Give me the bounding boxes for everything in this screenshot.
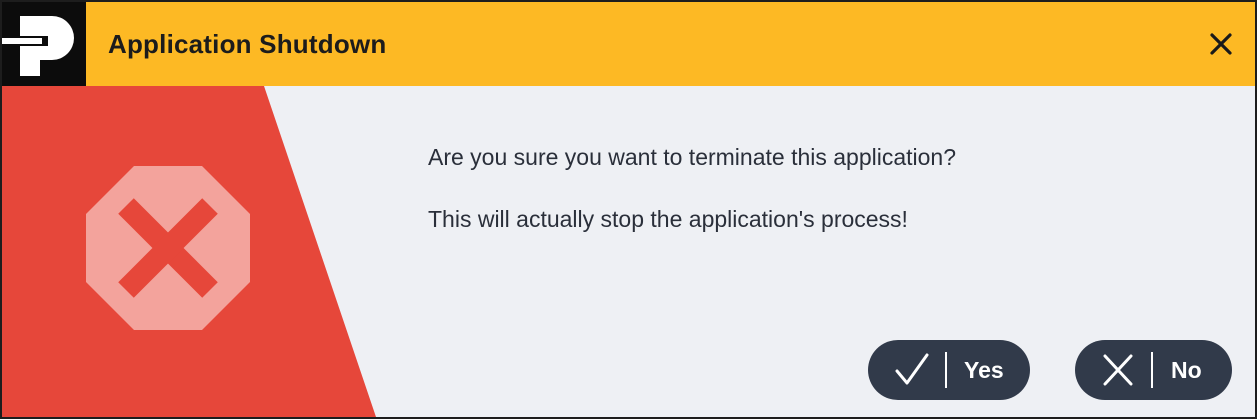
checkmark-icon: [895, 353, 929, 385]
button-divider: [945, 352, 947, 388]
title-bar: Application Shutdown: [2, 2, 1255, 86]
dialog-content: Are you sure you want to terminate this …: [2, 86, 1255, 417]
window-title: Application Shutdown: [108, 29, 387, 59]
yes-button-label: Yes: [964, 357, 1004, 383]
button-divider: [1151, 352, 1153, 388]
yes-button[interactable]: Yes: [868, 340, 1030, 400]
close-button[interactable]: [1201, 24, 1241, 64]
x-mark-icon: [1103, 354, 1133, 386]
no-button[interactable]: No: [1075, 340, 1232, 400]
confirm-warning: This will actually stop the application'…: [428, 206, 908, 232]
close-icon: [1210, 33, 1232, 55]
error-stop-icon: [86, 166, 250, 330]
no-button-label: No: [1171, 357, 1202, 383]
danger-panel: [2, 86, 376, 417]
app-logo-icon: [2, 2, 86, 86]
shutdown-dialog: Application Shutdown Are you sure you wa…: [0, 0, 1257, 419]
confirm-question: Are you sure you want to terminate this …: [428, 144, 957, 170]
